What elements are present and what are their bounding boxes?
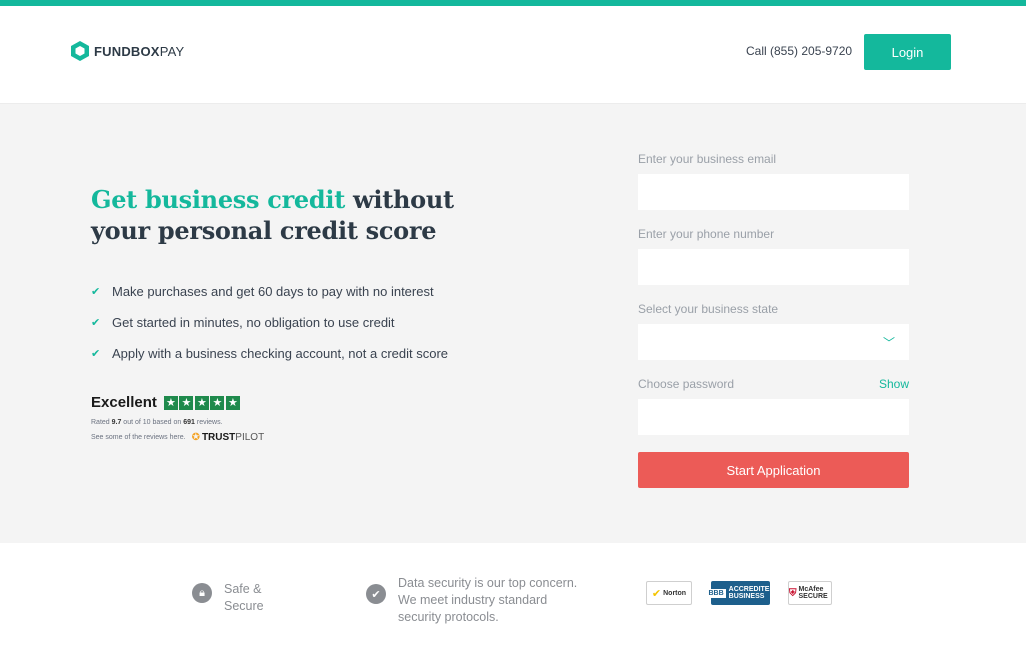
star-rating: ★ ★ ★ ★ ★: [163, 395, 242, 410]
rated-mid: out of 10 based on: [121, 419, 184, 426]
benefits-list: ✔ Make purchases and get 60 days to pay w…: [91, 276, 448, 369]
safe-secure-item: 🔒︎ Safe & Secure: [192, 581, 264, 615]
application-form: Enter your business email Enter your pho…: [638, 152, 909, 488]
star-icon: ★: [225, 395, 240, 410]
password-label: Choose password Show: [638, 377, 909, 399]
mcafee-shield-icon: ⛨: [789, 587, 797, 599]
site-header: FUNDBOXPAY Call (855) 205-9720 Login: [0, 6, 1026, 104]
trustpilot-brand-trust: TRUST: [201, 432, 236, 443]
data-security-text: Data security is our top concern. We mee…: [398, 575, 577, 626]
trustpilot-brand-pilot: PILOT: [235, 432, 265, 443]
review-count: 691: [183, 419, 195, 426]
security-line-1: Data security is our top concern.: [398, 576, 578, 590]
phone-label: Enter your phone number: [638, 227, 909, 249]
chevron-down-icon: ﹀: [882, 336, 895, 350]
mcafee-badge: ⛨ McAfee SECURE: [788, 581, 832, 605]
safe-line-2: Secure: [224, 599, 264, 613]
trustpilot-widget[interactable]: Excellent ★ ★ ★ ★ ★ Rated 9.7 out of 10 …: [91, 394, 264, 443]
phone-label-text: Enter your phone number: [638, 227, 775, 241]
bbb-label: ACCREDITED BUSINESS: [728, 586, 775, 600]
rating-value: 9.7: [111, 419, 122, 426]
data-security-item: ✔ Data security is our top concern. We m…: [366, 575, 577, 626]
trustpilot-excellent: Excellent: [91, 394, 157, 411]
trustpilot-brand: ✪ TRUST PILOT: [192, 432, 265, 443]
safe-line-1: Safe &: [224, 582, 262, 596]
benefit-text: Make purchases and get 60 days to pay wi…: [112, 284, 434, 299]
headline-rest-2: your personal credit score: [91, 216, 437, 245]
headline-rest-1: without: [344, 185, 454, 214]
state-label-text: Select your business state: [638, 302, 779, 316]
benefit-item: ✔ Apply with a business checking account,…: [91, 338, 448, 369]
security-line-2: We meet industry standard: [398, 593, 548, 607]
check-icon: ✔: [91, 317, 101, 329]
bbb-mark: BBB: [706, 588, 726, 598]
benefit-item: ✔ Make purchases and get 60 days to pay w…: [91, 276, 448, 307]
safe-secure-text: Safe & Secure: [224, 581, 264, 615]
login-button[interactable]: Login: [864, 34, 951, 70]
trustpilot-rating-text: Rated 9.7 out of 10 based on 691 reviews…: [91, 419, 264, 426]
benefit-item: ✔ Get started in minutes, no obligation t…: [91, 307, 448, 338]
trustpilot-rating-row: Excellent ★ ★ ★ ★ ★: [91, 394, 264, 411]
rated-suffix: reviews.: [194, 419, 223, 426]
see-reviews-link[interactable]: See some of the reviews here.: [91, 434, 186, 441]
security-line-3: security protocols.: [398, 610, 499, 624]
star-icon: ★: [179, 395, 194, 410]
fundbox-logo[interactable]: FUNDBOXPAY: [70, 40, 184, 62]
state-label: Select your business state: [638, 302, 909, 324]
show-password-link[interactable]: Show: [879, 377, 909, 399]
star-icon: ★: [194, 395, 209, 410]
trustpilot-reviews-row: See some of the reviews here. ✪ TRUST PILO…: [91, 432, 264, 443]
hexagon-logo-icon: [71, 41, 89, 61]
email-label: Enter your business email: [638, 152, 909, 174]
logo-text-light: PAY: [159, 43, 185, 59]
logo-text: FUNDBOXPAY: [94, 44, 184, 59]
trustpilot-logo-icon: ✪: [191, 432, 200, 443]
check-circle-icon: ✔: [366, 584, 386, 604]
mcafee-label: McAfee SECURE: [798, 586, 828, 600]
headline-accent: Get business credit: [91, 185, 345, 214]
rated-prefix: Rated: [91, 419, 112, 426]
phone-field[interactable]: [638, 249, 909, 285]
benefit-text: Apply with a business checking account, …: [112, 346, 449, 361]
lock-icon: 🔒︎: [192, 583, 212, 603]
password-field[interactable]: [638, 399, 909, 435]
check-icon: ✔: [91, 348, 101, 360]
bbb-badge: BBB ACCREDITED BUSINESS: [706, 581, 775, 605]
norton-check-icon: ✔: [651, 587, 662, 600]
logo-text-bold: FUNDBOX: [94, 43, 160, 59]
norton-badge: ✔ Norton: [646, 581, 692, 605]
password-label-text: Choose password: [638, 377, 735, 391]
email-field[interactable]: [638, 174, 909, 210]
hero-section: Get business credit without your personal…: [0, 104, 1026, 543]
check-icon: ✔: [91, 286, 101, 298]
star-icon: ★: [210, 395, 225, 410]
star-icon: ★: [163, 395, 178, 410]
page-headline: Get business credit without your personal…: [91, 184, 511, 246]
norton-label: Norton: [663, 589, 687, 597]
start-application-button[interactable]: Start Application: [638, 452, 909, 488]
benefit-text: Get started in minutes, no obligation to…: [112, 315, 395, 330]
state-select[interactable]: ﹀: [638, 324, 909, 360]
site-footer: 🔒︎ Safe & Secure ✔ Data security is our …: [0, 543, 1026, 660]
email-label-text: Enter your business email: [638, 152, 777, 166]
phone-number[interactable]: Call (855) 205-9720: [746, 44, 852, 58]
